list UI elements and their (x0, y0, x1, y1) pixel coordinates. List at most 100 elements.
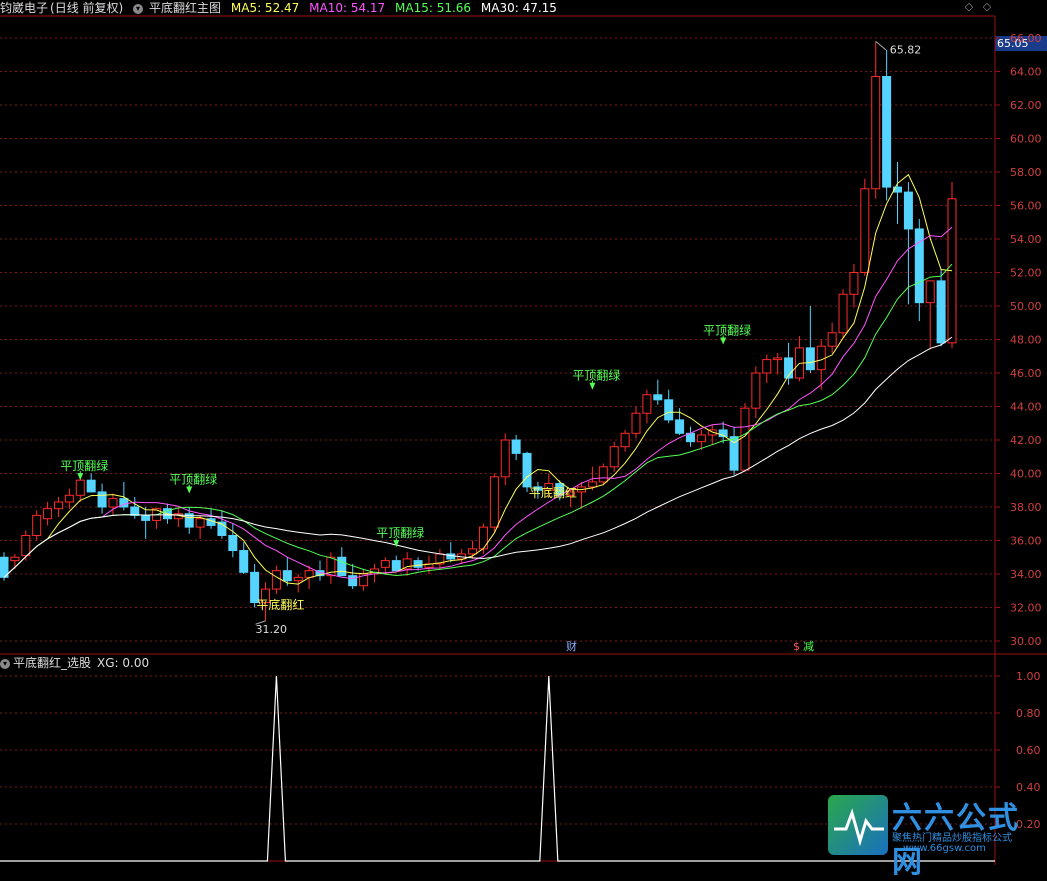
candle-body (500, 439, 510, 478)
candles (0, 41, 957, 621)
candle-body (348, 575, 358, 587)
candle-body (522, 452, 532, 488)
signal-label: 平顶翻绿 (169, 472, 217, 487)
price-tick-label: 32.00 (1010, 602, 1042, 615)
candle-body (925, 280, 935, 304)
price-tick-label: 62.00 (1010, 99, 1042, 112)
event-marker-cai: 财 (566, 639, 577, 653)
signal-label: 平底翻红 (256, 597, 304, 612)
candle-body (609, 446, 619, 468)
candle-body (478, 526, 488, 550)
price-tick-label: 52.00 (1010, 267, 1042, 280)
price-tick-label: 58.00 (1010, 166, 1042, 179)
signal-label: 平顶翻绿 (572, 368, 620, 383)
logo-url: www.66gsw.com (903, 843, 986, 854)
ma5-line (3, 173, 953, 585)
candle-body (10, 556, 20, 562)
candle-body (293, 576, 303, 582)
candle-body (642, 394, 652, 414)
price-tick-label: 56.00 (1010, 200, 1042, 213)
candle-body (598, 466, 608, 483)
candle-body (130, 506, 140, 516)
price-tick-label: 34.00 (1010, 568, 1042, 581)
site-logo: 六六公式网 聚焦热门精品炒股指标公式 www.66gsw.com (828, 795, 1047, 880)
logo-icon (828, 795, 888, 855)
candle-body (805, 347, 815, 371)
candle-body (762, 359, 772, 374)
price-tick-label: 42.00 (1010, 434, 1042, 447)
candle-body (304, 570, 314, 578)
candle-body (882, 76, 892, 188)
candle-body (849, 272, 859, 295)
candle-body (64, 494, 74, 503)
price-tick-label: 60.00 (1010, 133, 1042, 146)
candle-body (936, 280, 946, 344)
candle-body (729, 436, 739, 471)
price-tick-label: 64.00 (1010, 66, 1042, 79)
price-tick-label: 30.00 (1010, 635, 1042, 648)
sub-tick-label: 0.80 (1016, 707, 1041, 720)
ma10-line (3, 226, 953, 580)
candle-body (631, 412, 641, 434)
candle-body (675, 419, 685, 434)
max-price-label: 65.82 (890, 44, 922, 57)
price-tick-label: 50.00 (1010, 300, 1042, 313)
min-price-label: 31.20 (256, 623, 288, 636)
sub-tick-label: 0.60 (1016, 744, 1041, 757)
candle-body (195, 518, 205, 528)
price-tick-label: 48.00 (1010, 334, 1042, 347)
candle-body (86, 479, 96, 493)
price-tick-label: 36.00 (1010, 535, 1042, 548)
candle-body (337, 556, 347, 577)
candle-body (664, 399, 674, 421)
candle-body (816, 345, 826, 371)
candle-body (653, 394, 663, 401)
candle-body (97, 491, 107, 508)
candle-body (282, 570, 292, 582)
candle-body (21, 534, 31, 557)
candle-body (391, 560, 401, 572)
candle-body (620, 432, 630, 448)
price-tick-label: 66.00 (1010, 32, 1042, 45)
signal-label: 平顶翻绿 (60, 458, 108, 473)
candle-body (32, 514, 42, 536)
candle-body (228, 534, 238, 552)
price-tick-label: 54.00 (1010, 233, 1042, 246)
signal-arrow-icon (720, 337, 727, 345)
candle-body (751, 372, 761, 409)
signal-arrow-icon (186, 486, 193, 494)
candle-body (108, 498, 118, 508)
signal-label: 平底翻红 (529, 485, 577, 500)
candle-body (271, 570, 281, 590)
signal-label: 平顶翻绿 (376, 525, 424, 540)
candle-body (587, 481, 597, 488)
candle-body (871, 76, 881, 190)
candle-body (511, 439, 521, 454)
candle-body (75, 479, 85, 496)
kline-chart[interactable]: 66.00 64.00 62.00 60.00 58.00 56.00 54.00 52.00… (0, 0, 1047, 865)
logo-subtitle: 聚焦热门精品炒股指标公式 (892, 833, 1012, 844)
candle-body (827, 332, 837, 347)
event-marker-jian: 减 (803, 640, 814, 653)
price-tick-label: 38.00 (1010, 501, 1042, 514)
price-tick-label: 40.00 (1010, 468, 1042, 481)
signal-arrow-icon (393, 540, 400, 548)
signal-arrow-icon (77, 473, 84, 481)
signal-label: 平顶翻绿 (703, 322, 751, 337)
candle-body (413, 560, 423, 568)
candle-body (239, 550, 249, 573)
max-marker-line (875, 40, 887, 51)
candle-body (141, 514, 151, 521)
candle-body (860, 188, 870, 273)
candle-body (380, 560, 390, 568)
price-tick-label: 46.00 (1010, 367, 1042, 380)
event-marker-dollar: $ (793, 640, 800, 653)
ma15-line (3, 263, 953, 578)
candle-body (53, 501, 63, 510)
price-tick-label: 44.00 (1010, 401, 1042, 414)
candle-body (838, 293, 848, 334)
candle-body (773, 357, 783, 361)
candle-body (903, 191, 913, 230)
candle-body (468, 548, 478, 555)
candle-body (43, 508, 53, 520)
